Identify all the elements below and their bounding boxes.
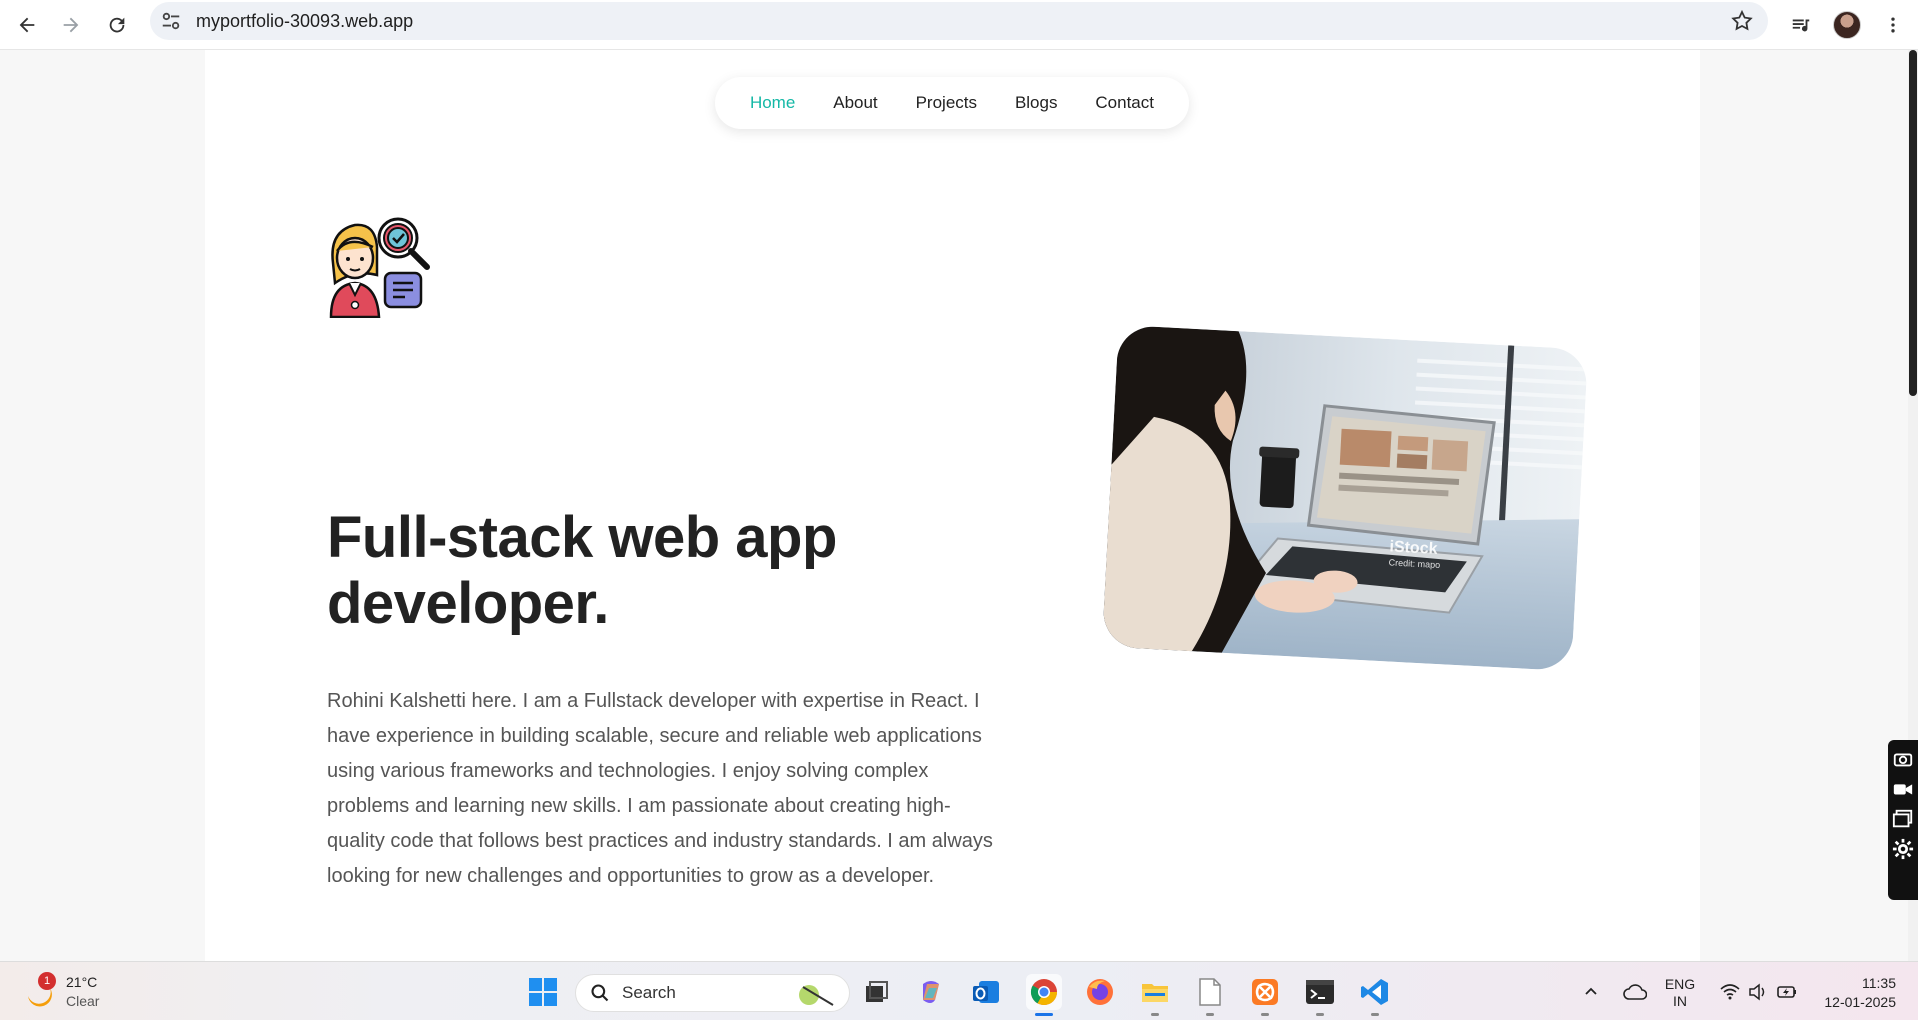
vscode-button[interactable] xyxy=(1357,974,1393,1016)
nav-contact[interactable]: Contact xyxy=(1095,93,1154,113)
vscode-icon xyxy=(1361,979,1388,1005)
camera-icon[interactable] xyxy=(1892,748,1914,770)
region-code: IN xyxy=(1673,993,1687,1009)
developer-avatar-logo xyxy=(329,217,430,318)
nav-home[interactable]: Home xyxy=(750,93,795,113)
playlist-icon xyxy=(1792,19,1810,32)
settings-gear-icon[interactable] xyxy=(1892,838,1914,860)
media-controls-button[interactable] xyxy=(1782,6,1820,44)
chevron-up-icon xyxy=(1585,987,1597,995)
folder-icon xyxy=(1142,984,1168,1002)
file-explorer-button[interactable] xyxy=(1137,974,1173,1016)
hero-title: Full-stack web app developer. xyxy=(327,505,837,636)
hero-photo: iStock Credit: mapo xyxy=(1101,324,1589,672)
notepad-button[interactable] xyxy=(1192,974,1228,1016)
weather-badge: 1 xyxy=(38,972,56,990)
menu-button[interactable] xyxy=(1874,6,1912,44)
volume-icon xyxy=(1749,983,1765,1001)
terminal-button[interactable] xyxy=(1302,974,1338,1016)
show-hidden-icons-button[interactable] xyxy=(1578,974,1604,1010)
language-code: ENG xyxy=(1664,976,1696,992)
nav-projects[interactable]: Projects xyxy=(916,93,977,113)
chrome-active-indicator xyxy=(1035,1013,1053,1016)
language-indicator[interactable]: ENG IN xyxy=(1660,974,1700,1012)
copilot-button[interactable] xyxy=(913,974,949,1010)
terminal-icon xyxy=(1306,980,1334,1004)
outlook-button[interactable] xyxy=(968,974,1004,1010)
vscode-running-indicator xyxy=(1371,1013,1379,1016)
nav-about[interactable]: About xyxy=(833,93,877,113)
photo-watermark: iStock xyxy=(1389,538,1438,557)
notepad-running-indicator xyxy=(1206,1013,1214,1016)
hero-description: Rohini Kalshetti here. I am a Fullstack … xyxy=(327,690,993,887)
xampp-button[interactable] xyxy=(1247,974,1283,1016)
url-text[interactable]: myportfolio-30093.web.app xyxy=(196,11,413,32)
taskbar-clock[interactable]: 11:35 12-01-2025 xyxy=(1824,974,1896,1012)
cloud-icon xyxy=(1623,984,1647,1000)
terminal-running-indicator xyxy=(1316,1013,1324,1016)
wifi-icon xyxy=(1720,984,1740,1000)
battery-charging-icon xyxy=(1777,986,1796,998)
woman-laptop-image: iStock Credit: mapo xyxy=(1101,324,1589,672)
site-settings-icon[interactable] xyxy=(160,10,182,32)
quick-settings-button[interactable] xyxy=(1714,974,1804,1010)
copilot-icon xyxy=(923,981,939,1003)
clock-time: 11:35 xyxy=(1862,975,1896,991)
clock-date: 12-01-2025 xyxy=(1824,994,1896,1010)
video-camera-icon[interactable] xyxy=(1892,778,1914,800)
search-label: Search xyxy=(622,983,676,1002)
weather-text: 21°C Clear xyxy=(66,973,99,1011)
forward-button[interactable] xyxy=(52,6,90,44)
address-bar[interactable]: myportfolio-30093.web.app xyxy=(150,2,1768,40)
weather-temp: 21°C xyxy=(66,974,98,990)
nav-blogs[interactable]: Blogs xyxy=(1015,93,1058,113)
portfolio-page: Home About Projects Blogs Contact Full-s… xyxy=(205,50,1700,961)
task-view-icon xyxy=(866,981,888,1002)
weather-widget[interactable]: 1 21°C Clear xyxy=(20,972,99,1012)
firefox-button[interactable] xyxy=(1082,974,1118,1010)
search-icon xyxy=(591,984,609,1002)
window-capture-icon[interactable] xyxy=(1892,808,1914,830)
start-button[interactable] xyxy=(525,974,561,1010)
moon-weather-icon: 1 xyxy=(20,972,56,1010)
windows-taskbar: 1 21°C Clear Search ENG IN 11:35 12-01-2… xyxy=(0,961,1918,1020)
xampp-icon xyxy=(1252,979,1278,1005)
profile-button[interactable] xyxy=(1828,6,1866,44)
onedrive-button[interactable] xyxy=(1620,974,1650,1010)
firefox-icon xyxy=(1087,979,1113,1005)
task-view-button[interactable] xyxy=(858,974,894,1010)
taskbar-search[interactable]: Search xyxy=(575,974,850,1012)
chrome-icon xyxy=(1030,979,1058,1006)
back-button[interactable] xyxy=(8,6,46,44)
more-vert-icon xyxy=(1891,17,1895,33)
windows-logo-icon xyxy=(529,978,557,1006)
capture-side-widget xyxy=(1888,740,1918,900)
profile-avatar xyxy=(1833,11,1861,39)
outlook-icon xyxy=(973,981,999,1003)
explorer-running-indicator xyxy=(1151,1013,1159,1016)
xampp-running-indicator xyxy=(1261,1013,1269,1016)
reload-button[interactable] xyxy=(98,6,136,44)
document-icon xyxy=(1199,978,1221,1006)
scrollbar-thumb[interactable] xyxy=(1909,50,1917,396)
chrome-button[interactable] xyxy=(1026,974,1062,1016)
forward-arrow-icon xyxy=(63,17,79,33)
back-arrow-icon xyxy=(19,17,35,33)
main-nav: Home About Projects Blogs Contact xyxy=(715,77,1189,129)
reload-icon xyxy=(109,17,125,33)
browser-toolbar: myportfolio-30093.web.app xyxy=(0,0,1918,50)
search-highlight-icon xyxy=(799,985,834,1006)
bookmark-star-icon[interactable] xyxy=(1730,9,1754,33)
weather-condition: Clear xyxy=(66,993,100,1009)
